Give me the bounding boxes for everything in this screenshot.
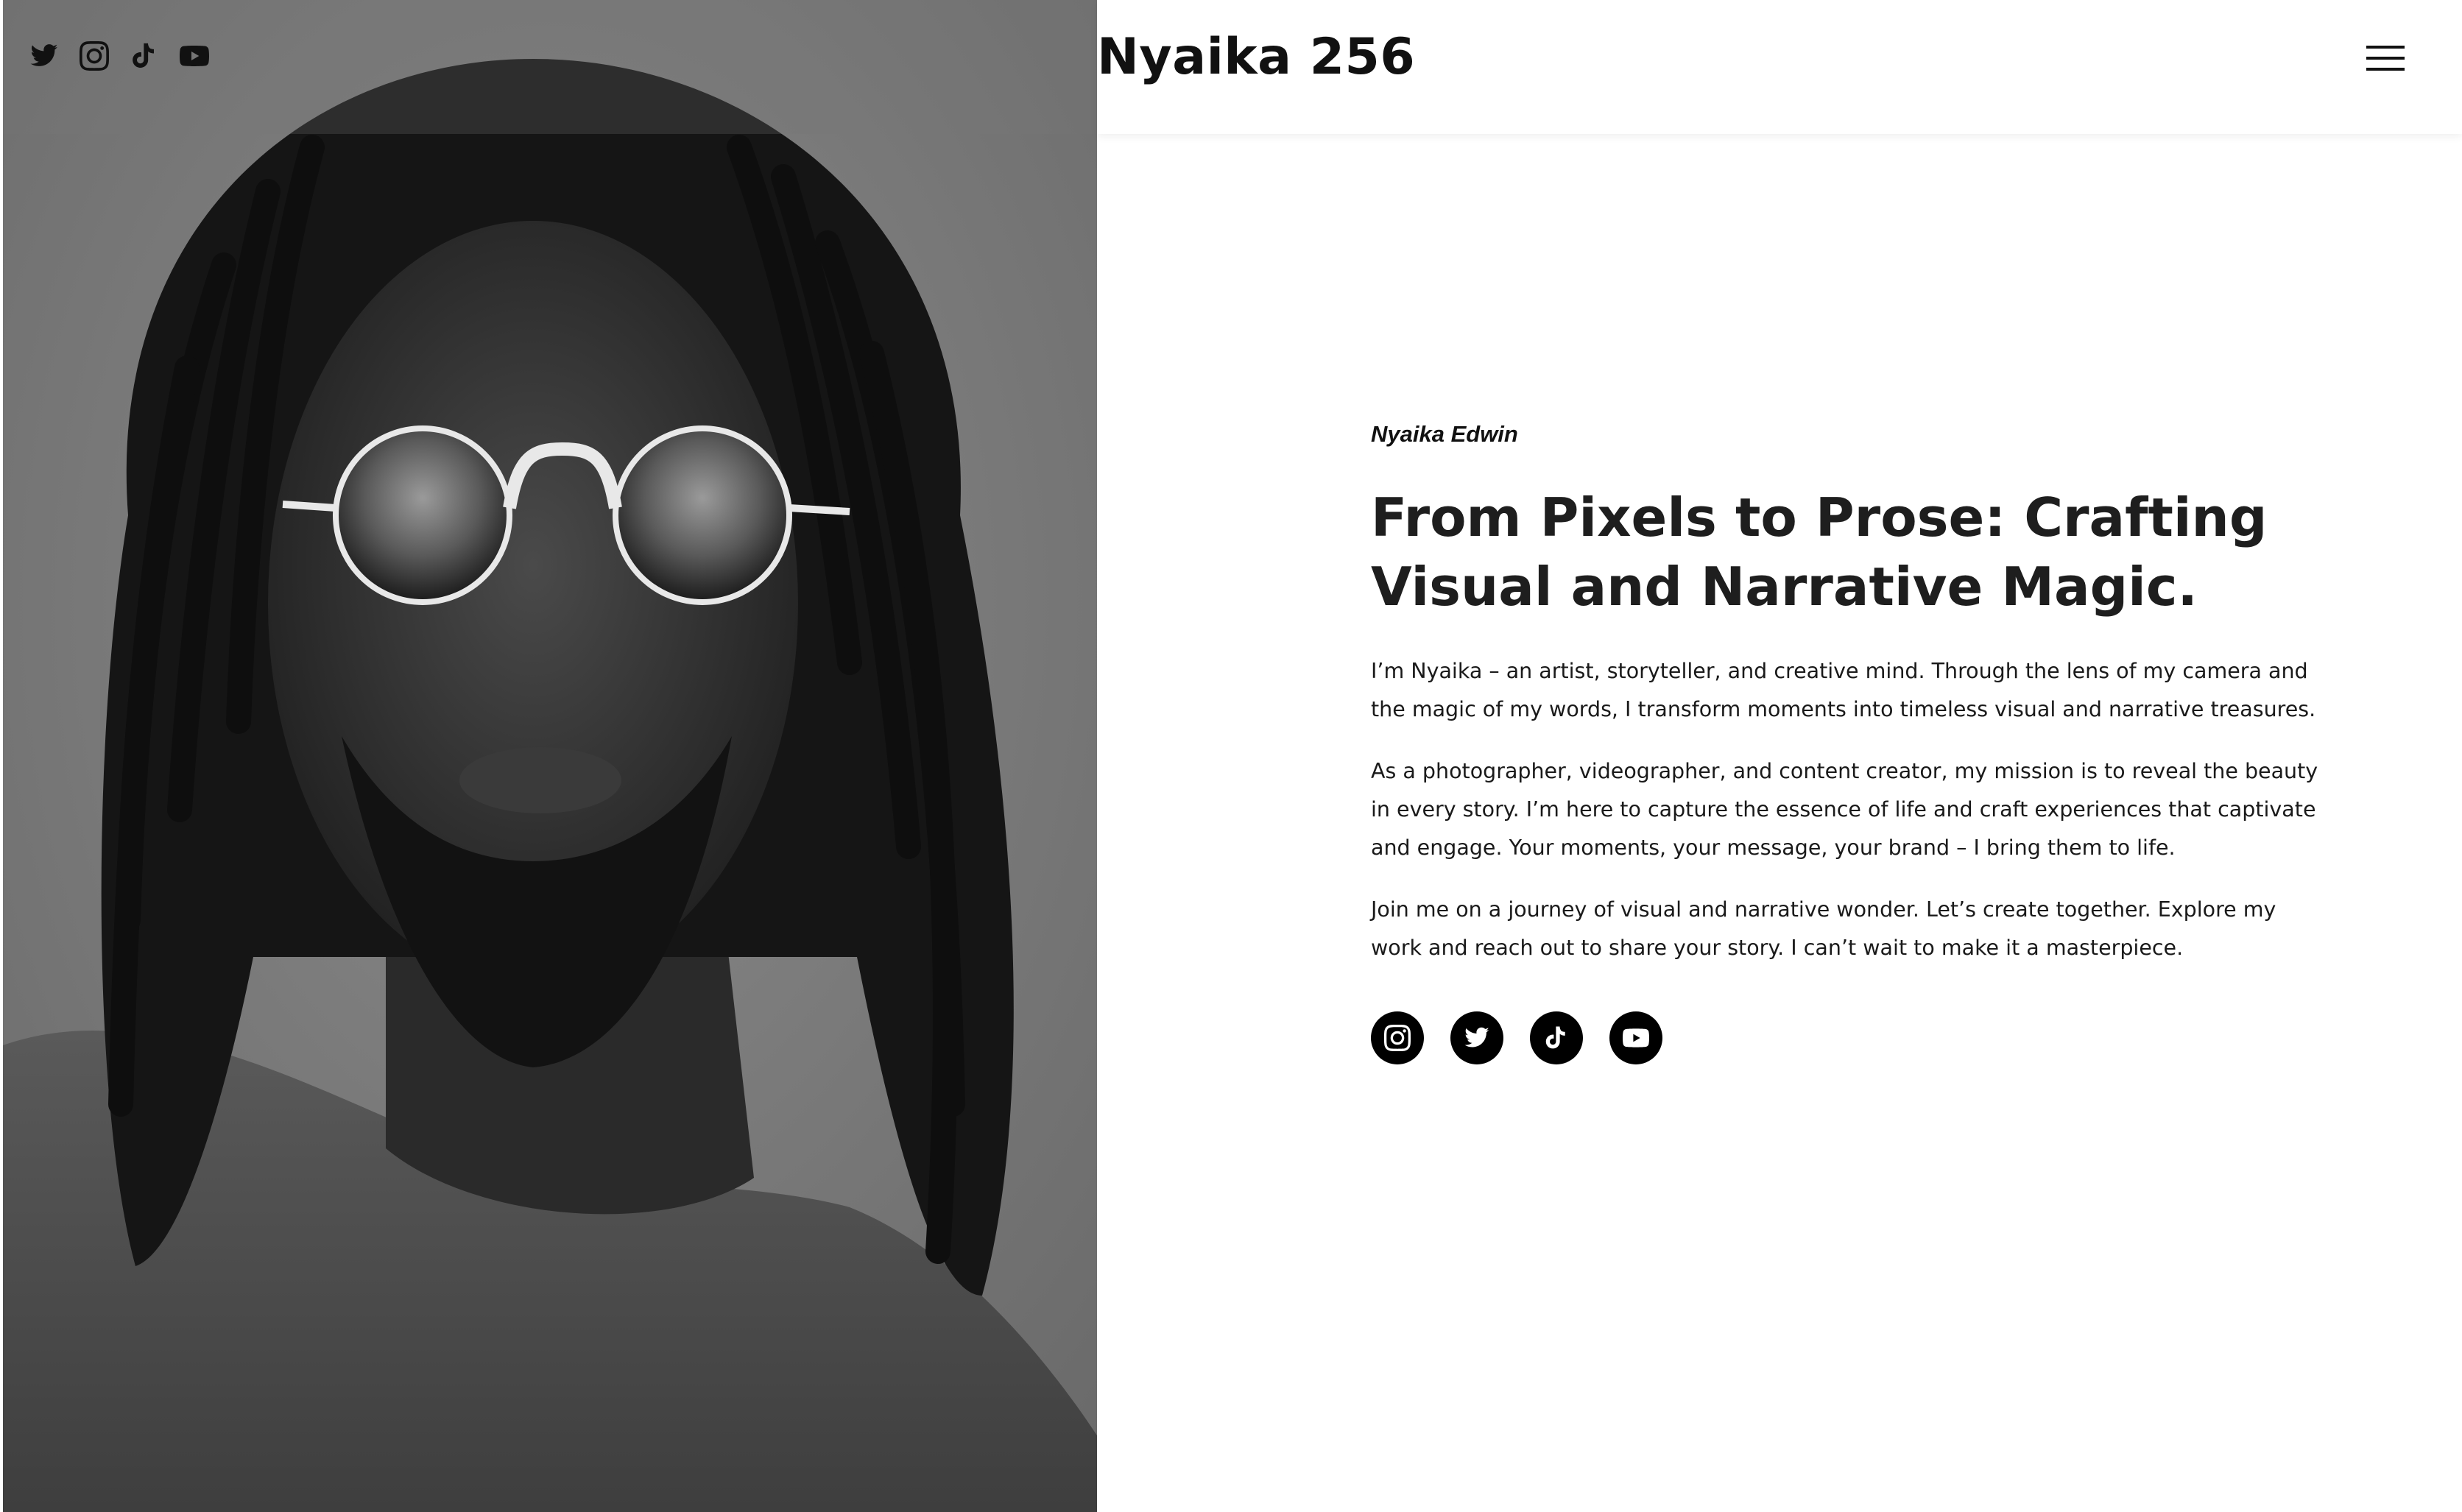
- twitter-icon[interactable]: [29, 41, 59, 71]
- content-social-links: [1371, 1011, 2328, 1064]
- tiktok-icon[interactable]: [1530, 1011, 1583, 1064]
- menu-bar: [2366, 68, 2405, 71]
- site-title[interactable]: Nyaika 256: [1097, 28, 1415, 86]
- page: Nyaika 256 Nyaika Edwin From Pixels to P…: [0, 0, 2462, 1512]
- menu-bar: [2366, 46, 2405, 49]
- intro-paragraph: I’m Nyaika – an artist, storyteller, and…: [1371, 659, 2316, 721]
- youtube-icon[interactable]: [180, 41, 209, 71]
- portrait-image: [3, 0, 1097, 1512]
- menu-bar: [2366, 57, 2405, 60]
- hero-content: Nyaika Edwin From Pixels to Prose: Craft…: [1371, 421, 2328, 1064]
- twitter-icon[interactable]: [1450, 1011, 1503, 1064]
- hamburger-menu-icon[interactable]: [2363, 43, 2409, 75]
- youtube-icon[interactable]: [1609, 1011, 1662, 1064]
- instagram-icon[interactable]: [80, 41, 109, 71]
- tiktok-icon[interactable]: [130, 41, 159, 71]
- instagram-icon[interactable]: [1371, 1011, 1424, 1064]
- site-header: Nyaika 256: [0, 0, 2462, 134]
- header-social-links: [29, 41, 209, 71]
- author-name: Nyaika Edwin: [1371, 421, 1518, 447]
- hero-headline: From Pixels to Prose: Crafting Visual an…: [1371, 487, 2268, 618]
- mission-paragraph: As a photographer, videographer, and con…: [1371, 759, 2318, 860]
- invitation-paragraph: Join me on a journey of visual and narra…: [1371, 897, 2276, 960]
- portrait-illustration: [3, 0, 1097, 1512]
